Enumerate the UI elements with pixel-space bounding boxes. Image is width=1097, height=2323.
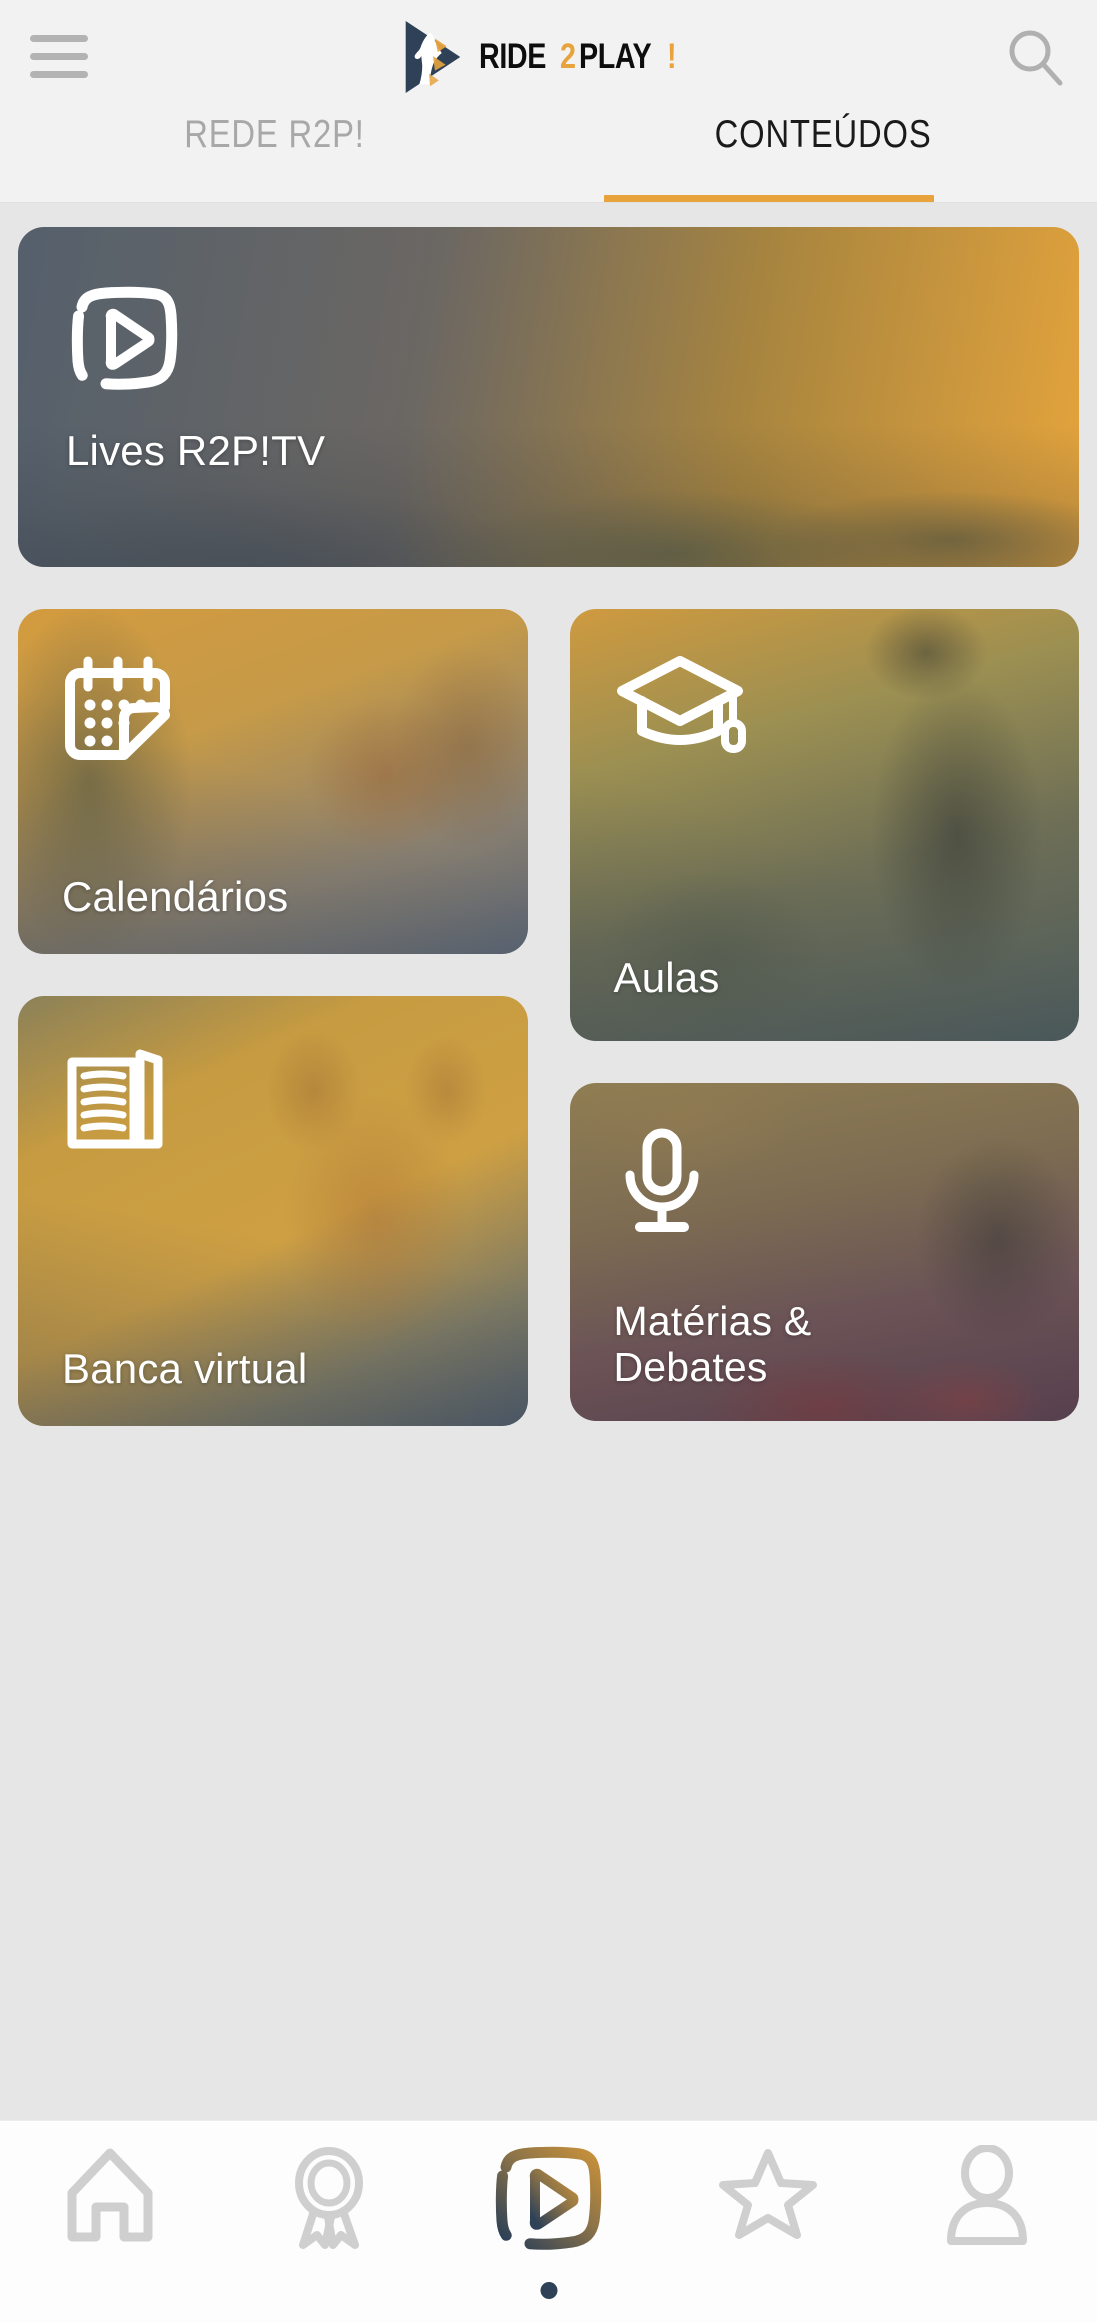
nav-favorites[interactable] [698,2145,838,2241]
graduation-cap-icon [616,656,746,753]
tab-conteudos-label: CONTEÚDOS [714,113,932,156]
nav-home[interactable] [40,2145,180,2245]
calendar-note-icon [65,656,170,760]
card-banca-virtual[interactable]: Banca virtual [18,996,528,1426]
card-grid-left-column: Calendários Banca virtual [18,609,528,1426]
person-icon [947,2145,1028,2245]
nav-videos[interactable] [478,2145,618,2253]
card-aulas[interactable]: Aulas [569,609,1079,1041]
search-icon[interactable] [1005,26,1067,88]
logo-two: 2 [560,36,576,76]
card-grid-right-column: Aulas Matérias & Debates [569,609,1079,1426]
tab-conteudos[interactable]: CONTEÚDOS [549,113,1097,203]
card-materias-debates-title-line1: Matérias & [613,1298,812,1345]
hamburger-menu-icon[interactable] [30,32,88,82]
award-ribbon-icon [295,2147,364,2249]
app-screen: RIDE 2 PLAY! REDE R2P! CONTEÚDOS Lives R… [0,0,1097,2323]
nav-awards[interactable] [259,2145,399,2249]
tab-rede-r2p[interactable]: REDE R2P! [0,113,549,203]
play-video-outline-icon [71,286,178,390]
card-calendarios-title: Calendários [62,872,289,920]
home-icon [67,2148,153,2242]
card-aulas-title: Aulas [613,953,720,1001]
card-materias-debates-title: Matérias & Debates [613,1298,1036,1391]
card-grid: Calendários Banca virtual Aulas Matérias… [18,609,1079,1426]
logo-ride: RIDE [478,36,546,76]
logo-wordmark: RIDE 2 PLAY! [479,37,679,77]
hamburger-line [30,53,88,60]
app-logo[interactable]: RIDE 2 PLAY! [399,19,679,95]
card-banca-virtual-title: Banca virtual [62,1344,308,1392]
card-lives-r2ptv-title: Lives R2P!TV [66,427,326,474]
home-indicator-dot [540,2282,557,2299]
app-header: RIDE 2 PLAY! [0,0,1097,113]
logo-exclamation: ! [667,36,677,76]
microphone-icon [625,1128,698,1232]
play-video-icon [496,2146,602,2250]
nav-profile[interactable] [917,2145,1057,2245]
card-materias-debates[interactable]: Matérias & Debates [569,1083,1079,1421]
bottom-navigation-bar [0,2120,1097,2323]
ride2play-horse-play-logo-icon [405,20,460,93]
hamburger-line [30,35,88,42]
card-materias-debates-title-line2: Debates [613,1344,768,1391]
card-calendarios[interactable]: Calendários [18,609,528,954]
newspaper-icon [67,1049,163,1149]
card-lives-r2ptv[interactable]: Lives R2P!TV [18,227,1079,567]
tab-rede-r2p-label: REDE R2P! [183,113,365,156]
content-area: Lives R2P!TV Calendários Banca virtual A… [0,203,1097,2323]
tab-bar: REDE R2P! CONTEÚDOS [0,113,1097,203]
hamburger-line [30,71,88,78]
star-icon [718,2149,817,2239]
logo-play: PLAY [579,36,652,76]
